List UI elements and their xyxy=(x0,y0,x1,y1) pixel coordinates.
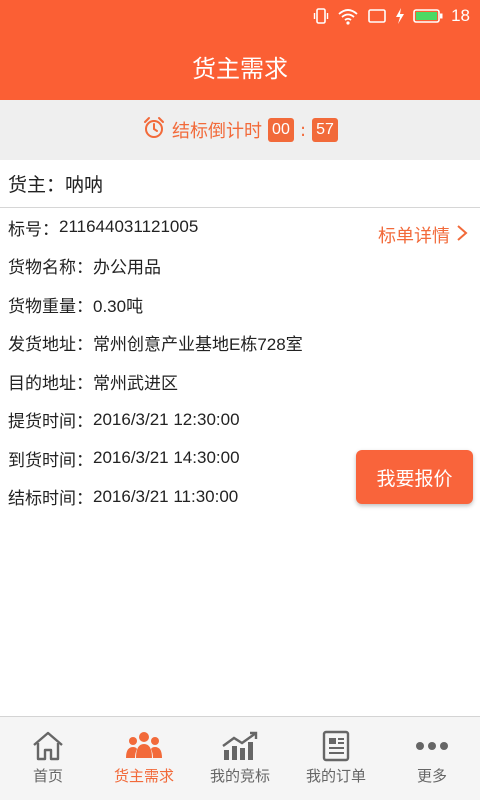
countdown-bar: 结标倒计时 00 : 57 xyxy=(0,100,480,160)
owner-label: 货主： xyxy=(8,174,66,196)
more-icon xyxy=(412,729,452,763)
battery-icon xyxy=(413,8,443,24)
countdown-seconds: 57 xyxy=(312,118,339,142)
detail-value: 办公用品 xyxy=(93,258,161,278)
detail-label: 发货地址： xyxy=(8,335,93,356)
document-icon xyxy=(320,729,352,763)
detail-row-destination: 目的地址： 常州武进区 xyxy=(8,362,348,401)
detail-value: 211644031121005 xyxy=(59,217,199,237)
detail-label: 结标时间： xyxy=(8,489,93,510)
status-bar: 18 xyxy=(0,0,480,32)
detail-row-goods-name: 货物名称： 办公用品 xyxy=(8,247,348,286)
detail-row-arrival-time: 到货时间： 2016/3/21 14:30:00 xyxy=(8,439,348,478)
detail-value: 2016/3/21 14:30:00 xyxy=(93,448,240,468)
tab-label: 首页 xyxy=(32,767,63,785)
detail-label: 到货时间： xyxy=(8,450,93,471)
countdown-minutes: 00 xyxy=(267,118,294,142)
tab-my-bids[interactable]: 我的竞标 xyxy=(192,717,288,800)
tab-more[interactable]: 更多 xyxy=(384,717,480,800)
alarm-clock-icon xyxy=(142,116,166,144)
detail-label: 货物名称： xyxy=(8,258,93,279)
detail-value: 常州武进区 xyxy=(93,373,178,393)
detail-label: 标号： xyxy=(8,219,59,240)
battery-level: 18 xyxy=(451,6,470,25)
bottom-tab-bar: 首页 货主需求 我的竞标 我的订单 更多 xyxy=(0,716,480,800)
owner-name: 呐呐 xyxy=(65,174,104,196)
tab-label: 货主需求 xyxy=(113,767,174,785)
detail-label: 提货时间： xyxy=(8,412,93,433)
detail-value: 2016/3/21 11:30:00 xyxy=(93,486,239,506)
detail-value: 常州创意产业基地E栋728室 xyxy=(93,335,303,355)
countdown-label: 结标倒计时 xyxy=(171,121,262,142)
chevron-right-icon xyxy=(456,224,468,247)
detail-row-goods-weight: 货物重量： 0.30吨 xyxy=(8,285,348,324)
screen-icon xyxy=(367,8,387,24)
bid-details-link[interactable]: 标单详情 xyxy=(378,222,468,248)
title-bar: 货主需求 xyxy=(0,32,480,100)
countdown-separator: : xyxy=(299,119,307,141)
tab-my-orders[interactable]: 我的订单 xyxy=(288,717,384,800)
submit-quote-button[interactable]: 我要报价 xyxy=(356,450,473,504)
detail-row-bid-number: 标号： 211644031121005 xyxy=(8,208,348,247)
detail-row-pickup-time: 提货时间： 2016/3/21 12:30:00 xyxy=(8,401,348,440)
detail-row-close-time: 结标时间： 2016/3/21 11:30:00 xyxy=(8,478,348,517)
tab-home[interactable]: 首页 xyxy=(0,717,96,800)
charging-icon xyxy=(395,7,405,25)
owner-row: 货主： 呐呐 xyxy=(0,160,480,208)
detail-label: 目的地址： xyxy=(8,373,93,394)
tab-label: 我的竞标 xyxy=(209,767,270,785)
wifi-icon xyxy=(337,7,359,25)
people-icon xyxy=(125,729,163,763)
tab-label: 我的订单 xyxy=(305,767,366,785)
tab-label: 更多 xyxy=(416,767,447,785)
order-details: 标号： 211644031121005 货物名称： 办公用品 货物重量： 0.3… xyxy=(8,208,348,516)
tab-shipper-demand[interactable]: 货主需求 xyxy=(96,717,192,800)
detail-value: 2016/3/21 12:30:00 xyxy=(93,409,240,429)
page-title: 货主需求 xyxy=(192,54,288,83)
chart-icon xyxy=(220,729,260,763)
detail-value: 0.30吨 xyxy=(93,296,144,316)
bid-details-label: 标单详情 xyxy=(378,226,450,247)
vibrate-icon xyxy=(313,7,329,25)
home-icon xyxy=(31,729,65,763)
detail-row-ship-address: 发货地址： 常州创意产业基地E栋728室 xyxy=(8,324,348,363)
detail-label: 货物重量： xyxy=(8,296,93,317)
